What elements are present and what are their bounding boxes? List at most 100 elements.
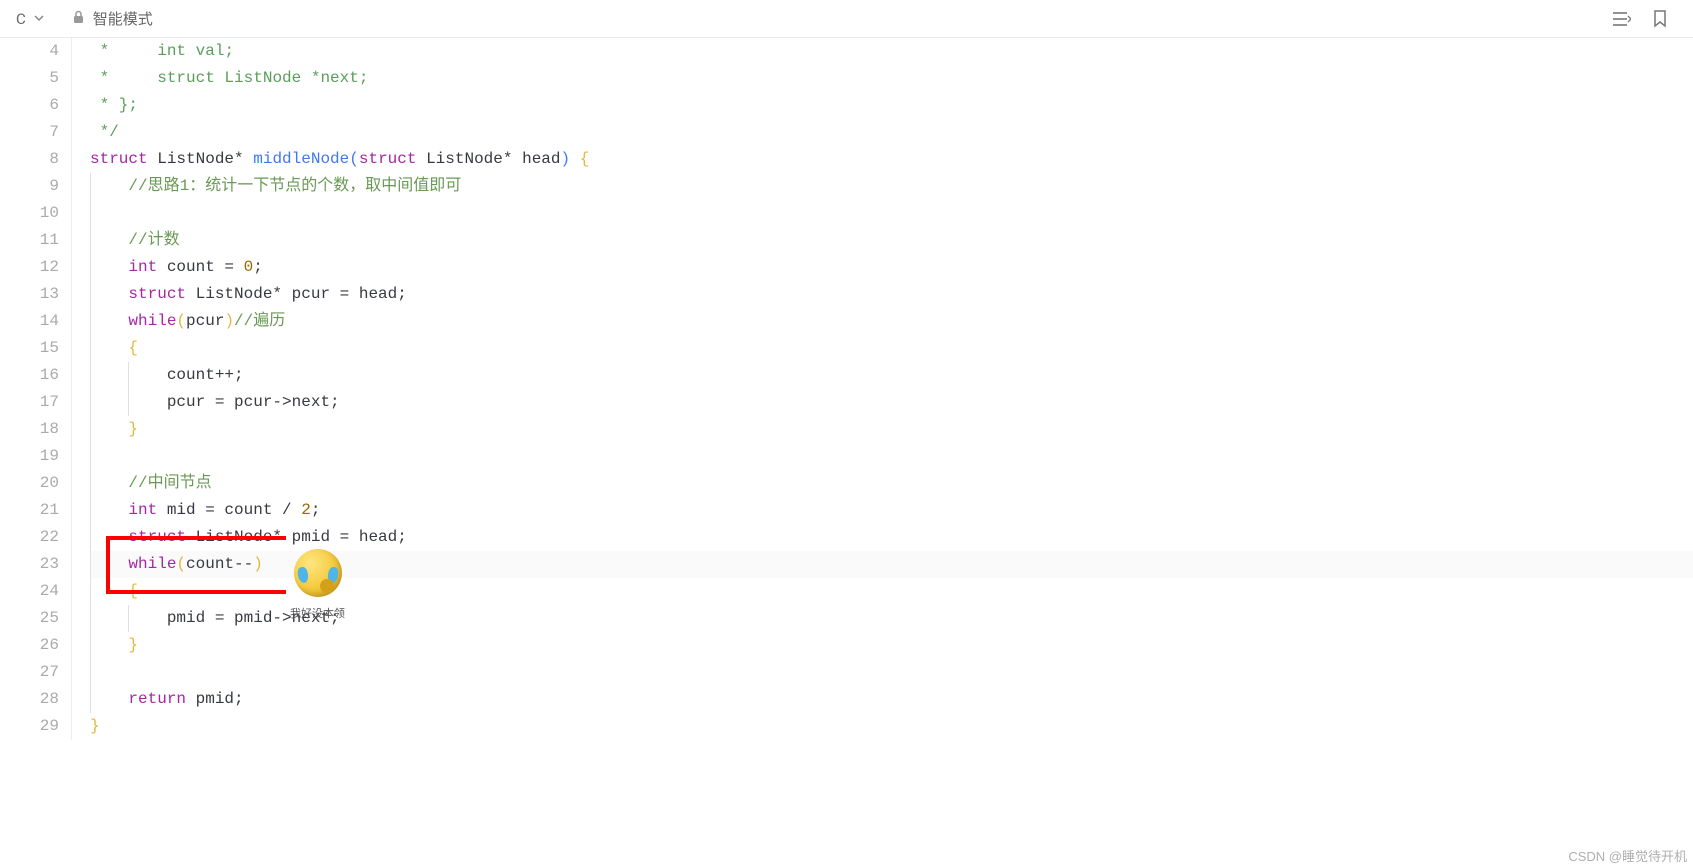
code-line[interactable]: pmid = pmid->next; xyxy=(90,605,1693,632)
code-line[interactable]: struct ListNode* middleNode(struct ListN… xyxy=(90,146,1693,173)
code-line[interactable]: } xyxy=(90,713,1693,740)
keyword-token: struct xyxy=(128,285,186,303)
lock-icon xyxy=(72,10,85,28)
keyword-token: struct xyxy=(359,150,417,168)
code-line[interactable] xyxy=(90,443,1693,470)
list-icon[interactable] xyxy=(1613,10,1631,28)
keyword-token: while xyxy=(128,312,176,330)
line-number: 24 xyxy=(0,578,59,605)
comment-token: * xyxy=(90,69,157,87)
number-token: 0 xyxy=(244,258,254,276)
text-token: ListNode* xyxy=(148,150,254,168)
indent xyxy=(90,555,128,573)
comment-token: * }; xyxy=(90,96,138,114)
bracket-token: ) xyxy=(561,150,571,168)
line-number: 11 xyxy=(0,227,59,254)
code-line[interactable] xyxy=(90,200,1693,227)
line-number: 9 xyxy=(0,173,59,200)
line-number: 25 xyxy=(0,605,59,632)
text-token: count++; xyxy=(90,366,244,384)
line-number: 6 xyxy=(0,92,59,119)
indent xyxy=(90,474,128,492)
text-token: ; xyxy=(311,501,321,519)
indent xyxy=(90,177,128,195)
keyword-token: struct xyxy=(128,528,186,546)
indent xyxy=(90,285,128,303)
bracket-token: ) xyxy=(224,312,234,330)
comment-token: //遍历 xyxy=(234,312,285,330)
code-line[interactable]: } xyxy=(90,416,1693,443)
keyword-token: struct xyxy=(157,69,215,87)
line-number: 22 xyxy=(0,524,59,551)
code-line[interactable]: int count = 0; xyxy=(90,254,1693,281)
text-token: { xyxy=(90,582,138,600)
code-line[interactable]: * int val; xyxy=(90,38,1693,65)
code-line[interactable]: while(pcur)//遍历 xyxy=(90,308,1693,335)
indent xyxy=(90,258,128,276)
code-content[interactable]: * int val; * struct ListNode *next; * };… xyxy=(72,38,1693,740)
code-line[interactable] xyxy=(90,659,1693,686)
type-token: int xyxy=(128,258,157,276)
code-line[interactable]: //思路1：统计一下节点的个数，取中间值即可 xyxy=(90,173,1693,200)
line-number: 19 xyxy=(0,443,59,470)
code-line[interactable]: * }; xyxy=(90,92,1693,119)
line-number: 21 xyxy=(0,497,59,524)
line-number: 13 xyxy=(0,281,59,308)
indent xyxy=(90,528,128,546)
code-line[interactable]: struct ListNode* pcur = head; xyxy=(90,281,1693,308)
line-number: 12 xyxy=(0,254,59,281)
text-token: } xyxy=(90,717,100,735)
code-line[interactable]: { xyxy=(90,335,1693,362)
code-line[interactable]: } xyxy=(90,632,1693,659)
comment-token: //计数 xyxy=(128,231,179,249)
text-token: } xyxy=(90,420,138,438)
keyword-token: return xyxy=(128,690,186,708)
text-token: } xyxy=(90,636,138,654)
text-token: val; xyxy=(186,42,234,60)
code-line[interactable]: return pmid; xyxy=(90,686,1693,713)
indent xyxy=(90,501,128,519)
code-line[interactable]: { xyxy=(90,578,1693,605)
indent xyxy=(90,231,128,249)
code-line[interactable]: count++; xyxy=(90,362,1693,389)
comment-token: * xyxy=(90,42,157,60)
code-line[interactable]: * struct ListNode *next; xyxy=(90,65,1693,92)
line-number-gutter: 4 5 6 7 8 9 10 11 12 13 14 15 16 17 18 1… xyxy=(0,38,72,740)
comment-token: */ xyxy=(90,123,119,141)
line-number: 27 xyxy=(0,659,59,686)
bracket-token: ( xyxy=(176,555,186,573)
line-number: 14 xyxy=(0,308,59,335)
line-number: 4 xyxy=(0,38,59,65)
type-token: int xyxy=(157,42,186,60)
indent xyxy=(90,690,128,708)
code-line[interactable]: //中间节点 xyxy=(90,470,1693,497)
line-number: 18 xyxy=(0,416,59,443)
keyword-token: struct xyxy=(90,150,148,168)
code-line[interactable]: while(count--) xyxy=(90,551,1693,578)
toolbar-right xyxy=(1613,10,1677,28)
code-line[interactable]: struct ListNode* pmid = head; xyxy=(90,524,1693,551)
bracket-token: ) xyxy=(253,555,263,573)
language-selector-label[interactable]: C xyxy=(16,10,26,28)
line-number: 7 xyxy=(0,119,59,146)
code-editor[interactable]: 4 5 6 7 8 9 10 11 12 13 14 15 16 17 18 1… xyxy=(0,38,1693,740)
line-number: 15 xyxy=(0,335,59,362)
text-token: count-- xyxy=(186,555,253,573)
chevron-down-icon[interactable] xyxy=(34,12,44,26)
bracket-token: ( xyxy=(349,150,359,168)
text-token: ListNode* pmid = head; xyxy=(186,528,407,546)
editor-toolbar: C 智能模式 xyxy=(0,0,1693,38)
code-line[interactable]: */ xyxy=(90,119,1693,146)
number-token: 2 xyxy=(301,501,311,519)
bookmark-icon[interactable] xyxy=(1651,10,1669,28)
code-line[interactable]: pcur = pcur->next; xyxy=(90,389,1693,416)
comment-token: //中间节点 xyxy=(128,474,211,492)
line-number: 28 xyxy=(0,686,59,713)
text-token: count = xyxy=(157,258,243,276)
code-line[interactable]: //计数 xyxy=(90,227,1693,254)
line-number: 23 xyxy=(0,551,59,578)
text-token: pmid; xyxy=(186,690,244,708)
text-token: ListNode* pcur = head; xyxy=(186,285,407,303)
text-token: ListNode* head xyxy=(416,150,560,168)
code-line[interactable]: int mid = count / 2; xyxy=(90,497,1693,524)
